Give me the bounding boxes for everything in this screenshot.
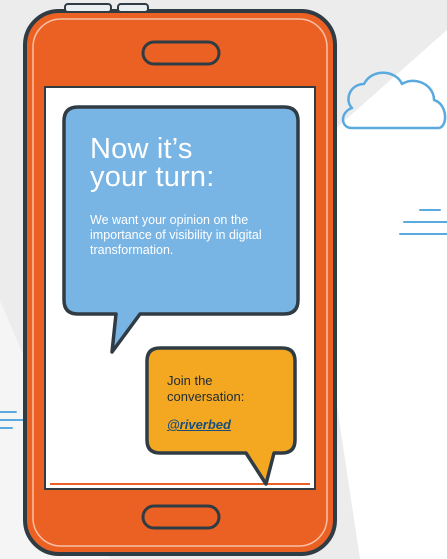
side-button-top [64,3,112,13]
cta-line-1: Join the [167,373,213,388]
riverbed-handle-link[interactable]: @riverbed [167,417,277,432]
cta-text: Join the conversation: [167,373,277,405]
page-title: Now it’s your turn: [90,133,290,193]
illustration [0,0,447,559]
home-button-icon[interactable] [141,504,221,530]
heading-line-2: your turn: [90,161,215,193]
cta-line-2: conversation: [167,389,245,404]
motion-lines-right [399,209,447,235]
side-button-top-2 [117,3,149,13]
speaker-slot-icon [141,40,221,66]
heading-line-1: Now it’s [90,133,193,165]
body-copy: We want your opinion on the importance o… [90,213,262,257]
